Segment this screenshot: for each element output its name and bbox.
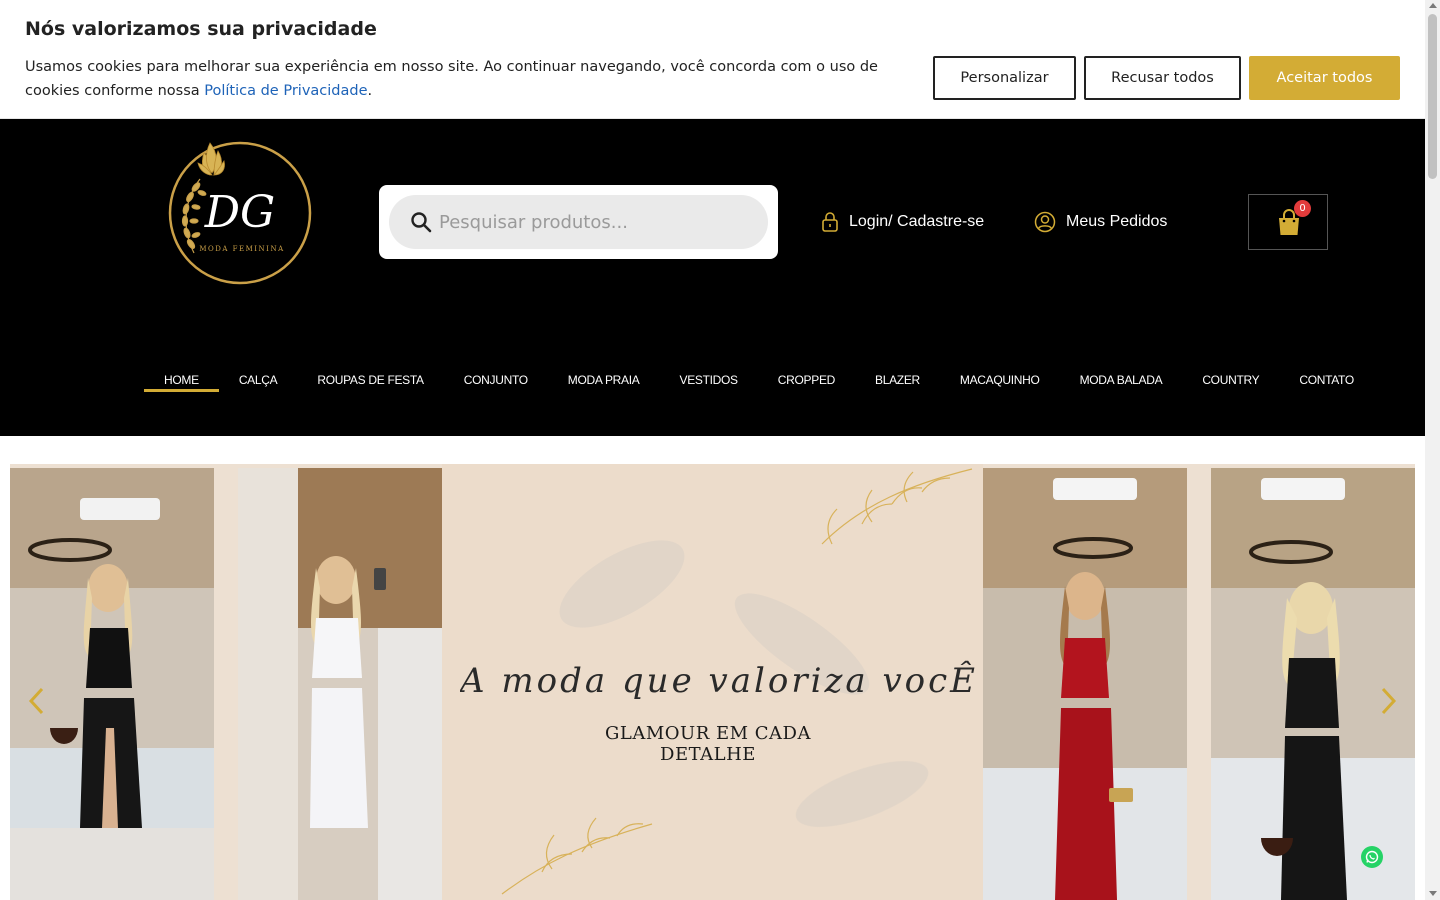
scroll-down-icon[interactable] — [1428, 891, 1437, 896]
customize-button[interactable]: Personalizar — [933, 56, 1076, 100]
nav-item-macaquinho[interactable]: MACAQUINHO — [940, 371, 1060, 389]
search-field — [389, 195, 768, 249]
hero-photo-black-outfit — [10, 468, 214, 900]
search-input[interactable] — [439, 203, 749, 241]
nav-item-contato[interactable]: CONTATO — [1279, 371, 1374, 389]
reject-all-button[interactable]: Recusar todos — [1084, 56, 1241, 100]
user-icon — [1034, 211, 1056, 233]
main-nav: HOME CALÇA ROUPAS DE FESTA CONJUNTO MODA… — [144, 371, 1374, 393]
logo-monogram: DG — [204, 187, 275, 238]
scrollbar-thumb[interactable] — [1428, 14, 1437, 179]
cookie-banner: Nós valorizamos sua privacidade Usamos c… — [0, 0, 1425, 119]
logo[interactable]: DG MODA FEMININA — [160, 135, 316, 285]
my-orders-link[interactable]: Meus Pedidos — [1034, 210, 1167, 234]
nav-item-moda-praia[interactable]: MODA PRAIA — [548, 371, 660, 389]
hero-photo-red-outfit — [983, 468, 1187, 900]
carousel-prev-icon[interactable] — [27, 686, 47, 716]
nav-item-home[interactable]: HOME — [144, 371, 219, 392]
login-link[interactable]: Login/ Cadastre-se — [821, 210, 984, 234]
cookie-text: Usamos cookies para melhorar sua experiê… — [25, 55, 915, 103]
nav-item-calca[interactable]: CALÇA — [219, 371, 298, 389]
site-header: DG MODA FEMININA Login/ Cadastre-se — [0, 119, 1425, 436]
whatsapp-icon — [1365, 850, 1379, 864]
cookie-text-body: Usamos cookies para melhorar sua experiê… — [25, 59, 878, 99]
page: Nós valorizamos sua privacidade Usamos c… — [0, 0, 1440, 900]
scroll-up-icon[interactable] — [1428, 3, 1437, 8]
nav-item-roupas-de-festa[interactable]: ROUPAS DE FESTA — [297, 371, 443, 389]
cookie-title: Nós valorizamos sua privacidade — [25, 18, 377, 40]
hero-photo-white-outfit — [238, 468, 442, 900]
hero-script-text: A moda que valoriza vocÊ — [460, 660, 978, 701]
login-label: Login/ Cadastre-se — [849, 213, 985, 230]
hero-script-caption: A moda que valoriza vocÊ — [460, 660, 978, 701]
logo-emblem: DG MODA FEMININA — [168, 141, 312, 285]
search-icon[interactable] — [409, 210, 433, 234]
scrollbar[interactable] — [1425, 0, 1440, 900]
nav-item-country[interactable]: COUNTRY — [1182, 371, 1279, 389]
accept-all-button[interactable]: Aceitar todos — [1249, 56, 1400, 100]
logo-subtitle: MODA FEMININA — [199, 245, 284, 253]
my-orders-label: Meus Pedidos — [1066, 213, 1168, 230]
cart-button[interactable]: 0 — [1248, 194, 1328, 250]
cart-count-badge: 0 — [1294, 200, 1311, 217]
nav-item-moda-balada[interactable]: MODA BALADA — [1060, 371, 1183, 389]
hero-banner: A moda que valoriza vocÊ GLAMOUR EM CADA… — [10, 464, 1415, 900]
privacy-policy-link[interactable]: Política de Privacidade — [204, 83, 367, 99]
search-box — [379, 185, 778, 259]
carousel-next-icon[interactable] — [1378, 686, 1398, 716]
whatsapp-button[interactable] — [1361, 846, 1383, 868]
nav-item-blazer[interactable]: BLAZER — [855, 371, 940, 389]
hero-subtitle: GLAMOUR EM CADA DETALHE — [605, 723, 811, 765]
cookie-text-end: . — [367, 83, 373, 99]
nav-item-vestidos[interactable]: VESTIDOS — [659, 371, 757, 389]
nav-item-conjunto[interactable]: CONJUNTO — [444, 371, 548, 389]
nav-item-cropped[interactable]: CROPPED — [758, 371, 855, 389]
hero-photo-back-view — [1211, 468, 1415, 900]
lock-icon — [822, 212, 838, 232]
